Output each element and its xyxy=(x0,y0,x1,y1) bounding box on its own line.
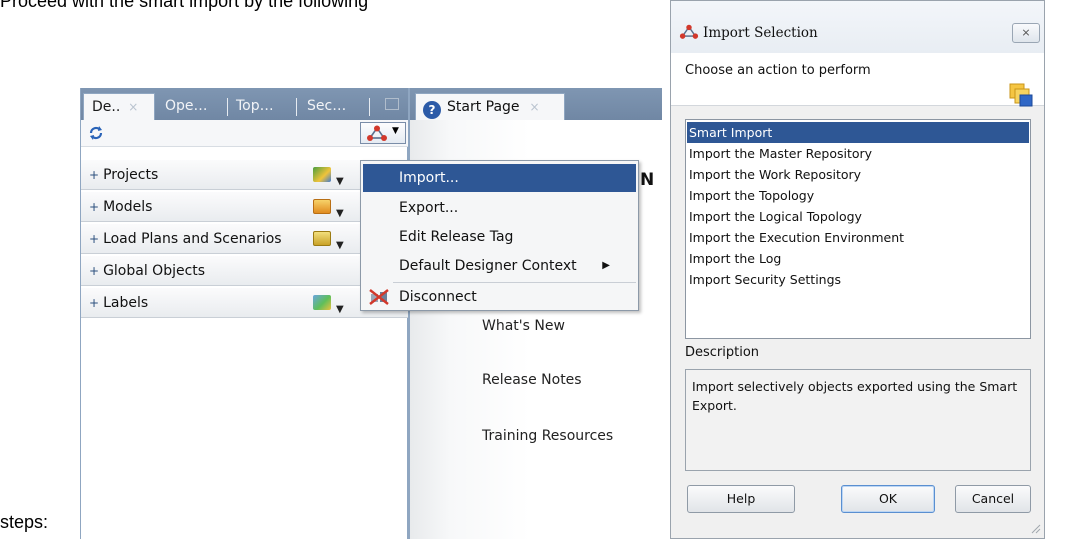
tab-security-label: Sec… xyxy=(307,98,347,114)
tab-operator[interactable]: Ope… xyxy=(165,93,225,120)
start-page-tab-strip: ? Start Page × xyxy=(410,88,662,120)
projects-icon[interactable] xyxy=(313,167,331,182)
load-plans-icon[interactable] xyxy=(313,231,331,246)
tab-designer[interactable]: De.. × xyxy=(83,93,155,120)
menu-item-label: Edit Release Tag xyxy=(399,229,514,245)
refresh-icon[interactable] xyxy=(87,124,105,142)
list-item[interactable]: Import Security Settings xyxy=(687,269,1029,290)
intro-line-1: Proceed with the smart import by the fol… xyxy=(0,0,369,11)
description-box: Import selectively objects exported usin… xyxy=(685,369,1031,471)
expand-icon[interactable]: + xyxy=(89,160,99,190)
accordion-load-plans[interactable]: + Load Plans and Scenarios ▼ xyxy=(81,224,408,254)
expand-icon[interactable]: + xyxy=(89,288,99,318)
tab-start-page[interactable]: ? Start Page × xyxy=(415,93,565,120)
cancel-button[interactable]: Cancel xyxy=(955,485,1031,513)
list-item[interactable]: Import the Topology xyxy=(687,185,1029,206)
labels-icon[interactable] xyxy=(313,295,331,310)
tab-topology-label: Top… xyxy=(236,98,274,114)
accordion-label: Labels xyxy=(103,295,149,311)
tab-designer-label: De.. xyxy=(92,99,121,115)
start-page-heading-fragment: N xyxy=(640,170,655,190)
odi-connect-icon xyxy=(367,125,387,141)
connect-context-menu: Import... Export... Edit Release Tag Def… xyxy=(360,160,639,311)
expand-icon[interactable]: + xyxy=(89,256,99,286)
list-item[interactable]: Import the Execution Environment xyxy=(687,227,1029,248)
designer-navigator-panel: De.. × Ope… Top… Sec… ▼ + Projects ▼ + M… xyxy=(80,88,410,539)
tab-operator-label: Ope… xyxy=(165,98,208,114)
menu-item-disconnect[interactable]: Disconnect xyxy=(363,283,636,311)
tab-separator xyxy=(296,98,297,116)
link-whats-new[interactable]: What's New xyxy=(482,318,565,334)
accordion-labels[interactable]: + Labels ▼ xyxy=(81,288,408,318)
dialog-header: Choose an action to perform xyxy=(671,53,1044,107)
models-icon[interactable] xyxy=(313,199,331,214)
chevron-down-icon: ▼ xyxy=(336,304,344,315)
link-release-notes[interactable]: Release Notes xyxy=(482,372,582,388)
help-icon: ? xyxy=(423,101,441,119)
list-item[interactable]: Import the Work Repository xyxy=(687,164,1029,185)
close-icon[interactable]: × xyxy=(128,100,138,114)
menu-item-default-designer-context[interactable]: Default Designer Context ▶ xyxy=(363,252,636,280)
accordion-models[interactable]: + Models ▼ xyxy=(81,192,408,222)
start-page-panel: ? Start Page × N What's New Release Notes … xyxy=(410,88,662,539)
menu-item-label: Import... xyxy=(399,170,459,186)
accordion-label: Models xyxy=(103,199,153,215)
accordion-global-objects[interactable]: + Global Objects xyxy=(81,256,408,286)
tab-topology[interactable]: Top… xyxy=(236,93,296,120)
dialog-title: Import Selection xyxy=(703,25,818,41)
link-training-resources[interactable]: Training Resources xyxy=(482,428,613,444)
list-item-smart-import[interactable]: Smart Import xyxy=(687,122,1029,143)
tab-separator xyxy=(369,98,370,116)
menu-item-label: Disconnect xyxy=(399,289,477,305)
navigator-tab-strip: De.. × Ope… Top… Sec… xyxy=(81,88,408,120)
menu-item-edit-release-tag[interactable]: Edit Release Tag xyxy=(363,223,636,251)
connect-navigator-button[interactable]: ▼ xyxy=(360,122,406,144)
menu-item-import[interactable]: Import... xyxy=(363,164,636,192)
intro-line-2: steps: xyxy=(0,512,49,532)
ok-button-label: OK xyxy=(878,491,898,506)
menu-item-label: Export... xyxy=(399,200,459,216)
list-item[interactable]: Import the Master Repository xyxy=(687,143,1029,164)
import-action-list[interactable]: Smart Import Import the Master Repositor… xyxy=(685,119,1031,339)
help-button-label: Help xyxy=(726,491,756,506)
menu-item-export[interactable]: Export... xyxy=(363,194,636,222)
dialog-close-button[interactable]: ⨯ xyxy=(1012,23,1040,43)
description-label: Description xyxy=(685,345,760,360)
accordion-label: Load Plans and Scenarios xyxy=(103,231,282,247)
submenu-arrow-icon: ▶ xyxy=(602,260,610,271)
list-item[interactable]: Import the Logical Topology xyxy=(687,206,1029,227)
cancel-button-label: Cancel xyxy=(971,491,1015,506)
accordion-label: Global Objects xyxy=(103,263,206,279)
resize-grip-icon[interactable] xyxy=(1029,522,1041,534)
accordion-projects[interactable]: + Projects ▼ xyxy=(81,160,408,190)
dialog-title-bar: Import Selection xyxy=(671,1,1044,53)
minimize-icon[interactable] xyxy=(385,98,399,110)
tab-start-page-label: Start Page xyxy=(447,99,520,115)
import-wizard-icon xyxy=(1009,83,1033,107)
navigator-toolbar xyxy=(81,120,408,147)
dialog-prompt: Choose an action to perform xyxy=(685,63,871,78)
close-icon[interactable]: × xyxy=(530,100,540,114)
help-button[interactable]: Help xyxy=(687,485,795,513)
expand-icon[interactable]: + xyxy=(89,224,99,254)
list-item[interactable]: Import the Log xyxy=(687,248,1029,269)
import-selection-dialog: Import Selection ⨯ Choose an action to p… xyxy=(670,0,1045,539)
tab-security[interactable]: Sec… xyxy=(307,93,367,120)
menu-item-label: Default Designer Context xyxy=(399,258,577,274)
expand-icon[interactable]: + xyxy=(89,192,99,222)
tab-separator xyxy=(227,98,228,116)
chevron-down-icon: ▼ xyxy=(392,126,399,136)
ok-button[interactable]: OK xyxy=(841,485,935,513)
accordion-label: Projects xyxy=(103,167,159,183)
odi-app-icon xyxy=(679,24,699,39)
disconnect-icon xyxy=(369,289,389,305)
